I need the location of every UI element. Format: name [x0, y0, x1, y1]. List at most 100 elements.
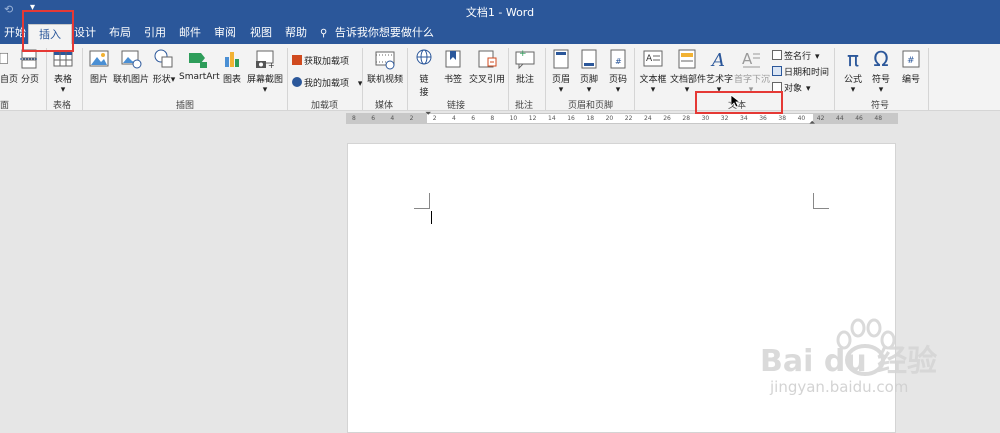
wordart-button[interactable]: A 艺术字 ▾ — [706, 48, 733, 95]
group-label-links: 链接 — [447, 101, 466, 111]
ruler-tick: 40 — [797, 115, 806, 122]
online-video-button[interactable]: 联机视频 — [366, 48, 404, 85]
window-title: 文档1 - Word — [465, 6, 535, 19]
dropdown-arrow-icon: ▾ — [558, 85, 564, 95]
tab-review[interactable]: 审阅 — [214, 22, 236, 44]
ruler-margin-left — [347, 114, 427, 123]
online-picture-button[interactable]: 联机图片 — [113, 48, 149, 85]
indent-marker-icon[interactable]: ⏷ — [425, 109, 431, 119]
number-button[interactable]: # 编号 — [899, 48, 923, 85]
smartart-button[interactable]: SmartArt — [179, 48, 220, 82]
link-button[interactable]: 链接 — [412, 48, 436, 98]
separator — [834, 48, 835, 110]
svg-text:A: A — [742, 50, 753, 68]
right-indent-marker-icon[interactable]: ⏶ — [809, 118, 815, 128]
svg-text:A: A — [646, 54, 653, 64]
separator — [407, 48, 408, 110]
signature-icon — [772, 50, 782, 60]
signature-line-button[interactable]: 签名行 ▾ — [772, 49, 820, 62]
header-button[interactable]: 页眉 ▾ — [549, 48, 573, 95]
tab-layout[interactable]: 布局 — [109, 22, 131, 44]
drop-cap-button[interactable]: A 首字下沉 ▾ — [734, 48, 770, 95]
screenshot-button[interactable]: + 屏幕截图 ▾ — [246, 48, 284, 95]
cross-reference-icon — [478, 50, 497, 68]
ruler-tick: 18 — [586, 115, 595, 122]
tab-design[interactable]: 设计 — [74, 22, 96, 44]
ruler-tick: 36 — [759, 115, 767, 122]
picture-button[interactable]: 图片 — [87, 48, 111, 85]
shapes-icon — [154, 49, 173, 68]
symbol-button[interactable]: Ω 符号 ▾ — [869, 48, 893, 95]
ruler-tick: 34 — [740, 115, 748, 122]
margin-corner-top-left — [414, 193, 430, 209]
ruler-tick: 46 — [855, 115, 863, 122]
page-number-button[interactable]: # 页码 ▾ — [606, 48, 630, 95]
tab-references[interactable]: 引用 — [144, 22, 166, 44]
bookmark-button[interactable]: 书签 — [441, 48, 465, 85]
dropdown-arrow-icon: ▾ — [684, 85, 690, 95]
page-break-button[interactable]: 自页 — [0, 48, 18, 85]
header-icon — [553, 49, 569, 69]
ruler-tick: 22 — [624, 115, 633, 122]
dropdown-arrow-icon: ▾ — [586, 85, 592, 95]
my-addins-button[interactable]: 我的加载项 ▾ — [292, 76, 362, 89]
quick-parts-button[interactable]: 文档部件 ▾ — [670, 48, 706, 95]
link-icon — [416, 49, 432, 65]
number-icon: # — [902, 50, 920, 68]
ruler-tick: 10 — [509, 115, 518, 122]
get-addins-button[interactable]: 获取加载项 — [292, 54, 349, 67]
wordart-icon: A — [710, 50, 725, 70]
group-label-media: 媒体 — [375, 101, 394, 111]
dropdown-arrow-icon: ▾ — [615, 85, 621, 95]
ruler-tick: 14 — [548, 115, 556, 122]
separator — [508, 48, 509, 110]
calendar-icon — [772, 66, 782, 76]
separator — [46, 48, 47, 110]
ribbon-tabs: 开始 插入 设计 布局 引用 邮件 审阅 视图 帮助 ⚲ 告诉我你想要做什么 — [0, 22, 1000, 44]
tell-me-box[interactable]: ⚲ 告诉我你想要做什么 — [320, 22, 434, 44]
dropdown-arrow-icon: ▾ — [60, 85, 66, 95]
ruler-tick: 32 — [720, 115, 729, 122]
group-label-illustrations: 插图 — [176, 101, 195, 111]
comment-button[interactable]: + 批注 — [512, 48, 538, 85]
group-label-header-footer: 页眉和页脚 — [568, 101, 614, 111]
equation-button[interactable]: π 公式 ▾ — [840, 48, 866, 95]
separator — [82, 48, 83, 110]
separator — [545, 48, 546, 110]
ruler-tick: 6 — [371, 115, 376, 122]
ruler-tick: 24 — [644, 115, 652, 122]
shapes-button[interactable]: 形状▾ — [152, 48, 176, 85]
group-label-symbols: 符号 — [871, 101, 890, 111]
table-button[interactable]: 表格 ▾ — [50, 48, 76, 95]
margin-corner-top-right — [813, 193, 829, 209]
cross-reference-button[interactable]: 交叉引用 — [468, 48, 506, 85]
picture-icon — [89, 50, 109, 67]
ruler-tick: 2 — [409, 115, 414, 122]
tab-help[interactable]: 帮助 — [285, 22, 307, 44]
video-icon — [375, 51, 395, 70]
horizontal-ruler[interactable]: ⏷ ⏶ 8 6 4 2 2 4 6 8 10 12 14 16 18 20 22 24 26 28 30 32 34 36… — [346, 109, 898, 127]
page-number-icon: # — [610, 49, 626, 69]
comment-icon: + — [515, 49, 535, 70]
date-time-button[interactable]: 日期和时间 — [772, 65, 829, 78]
ruler-tick: 4 — [390, 115, 395, 122]
watermark-brand: Bai du 经验 — [760, 344, 938, 379]
text-box-button[interactable]: A 文本框 ▾ — [638, 48, 668, 95]
chart-button[interactable]: 图表 — [221, 48, 243, 85]
blank-page-button[interactable]: 分页 — [18, 48, 42, 85]
svg-text:+: + — [268, 61, 275, 70]
tab-mailings[interactable]: 邮件 — [179, 22, 201, 44]
group-label-comments: 批注 — [515, 101, 534, 111]
svg-text:+: + — [519, 49, 527, 59]
online-picture-icon — [121, 50, 142, 69]
highlight-insert-tab — [22, 10, 74, 52]
separator — [634, 48, 635, 110]
ribbon: 自页 分页 面 表格 ▾ 表格 图片 联机图片 形状▾ SmartArt 图表 +… — [0, 44, 1000, 111]
mouse-cursor-icon — [730, 94, 742, 108]
dropdown-arrow-icon: ▾ — [878, 85, 884, 95]
page-icon — [0, 52, 8, 64]
dropdown-arrow-icon: ▾ — [170, 75, 176, 85]
footer-button[interactable]: 页脚 ▾ — [577, 48, 601, 95]
separator — [362, 48, 363, 110]
tab-view[interactable]: 视图 — [250, 22, 272, 44]
